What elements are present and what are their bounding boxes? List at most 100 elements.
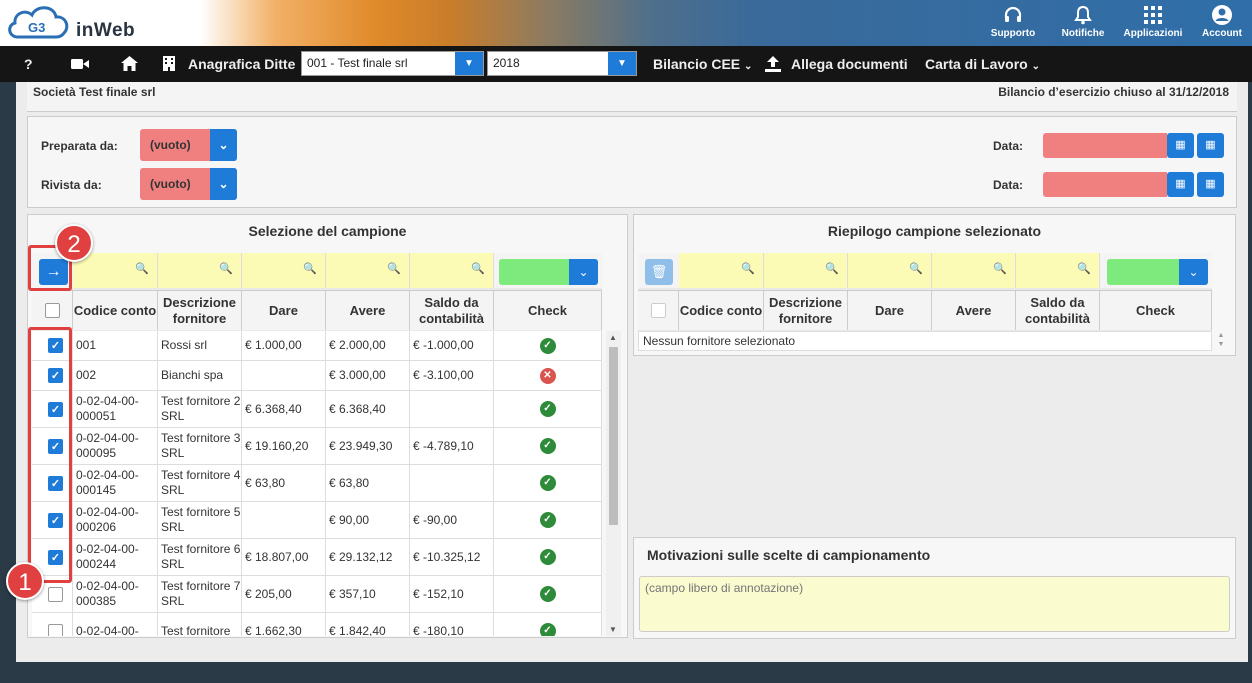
- calendar-today-icon[interactable]: ▦: [1197, 133, 1224, 158]
- col-descrizione[interactable]: Descrizione fornitore: [764, 290, 848, 330]
- col-avere[interactable]: Avere: [932, 290, 1016, 330]
- filter-dare[interactable]: 🔍: [848, 253, 932, 288]
- support-button[interactable]: Supporto: [978, 2, 1048, 44]
- table-row[interactable]: ✓ 001 Rossi srl € 1.000,00 € 2.000,00 € -1.00…: [32, 331, 602, 361]
- check-filter-select[interactable]: ⌄: [499, 259, 598, 285]
- cell-codice-conto: 0-02-04-00-: [73, 613, 158, 636]
- table-row[interactable]: ✓ 0-02-04-00-000206 Test fornitore 5 SRL € …: [32, 502, 602, 539]
- applications-button[interactable]: Applicazioni: [1118, 2, 1188, 44]
- filter-descrizione[interactable]: 🔍: [764, 253, 848, 288]
- cell-codice-conto: 002: [73, 361, 158, 390]
- table-row[interactable]: ✓ 0-02-04-00-000051 Test fornitore 2 SRL € …: [32, 391, 602, 428]
- check-filter-select[interactable]: ⌄: [1107, 259, 1208, 285]
- filter-avere[interactable]: 🔍: [932, 253, 1016, 288]
- table-row[interactable]: ✓ 0-02-04-00-000145 Test fornitore 4 SRL € …: [32, 465, 602, 502]
- table-row[interactable]: 0-02-04-00- Test fornitore € 1.662,30 € 1.8…: [32, 613, 602, 636]
- building-icon: [163, 46, 175, 82]
- col-codice-conto[interactable]: Codice conto: [679, 290, 764, 330]
- search-icon: 🔍: [825, 263, 839, 275]
- cell-codice-conto: 0-02-04-00-000051: [73, 391, 158, 427]
- preparata-select[interactable]: (vuoto) ⌄: [140, 129, 237, 161]
- anagrafica-ditte-link[interactable]: Anagrafica Ditte: [188, 46, 295, 82]
- cell-avere: € 90,00: [326, 502, 410, 538]
- home-icon[interactable]: [121, 46, 138, 82]
- cell-codice-conto: 0-02-04-00-000095: [73, 428, 158, 464]
- cell-saldo: [410, 465, 494, 501]
- cell-descrizione: Test fornitore 5 SRL: [158, 502, 242, 538]
- filter-codice-conto[interactable]: 🔍: [679, 253, 764, 288]
- filter-saldo[interactable]: 🔍: [410, 253, 494, 288]
- allega-documenti-link[interactable]: Allega documenti: [791, 46, 908, 82]
- cell-dare: [242, 361, 326, 390]
- grid-scrollbar[interactable]: ▲ ▼: [606, 331, 621, 636]
- col-saldo[interactable]: Saldo da contabilità: [410, 290, 494, 330]
- col-descrizione[interactable]: Descrizione fornitore: [158, 290, 242, 330]
- filter-codice-conto[interactable]: 🔍: [73, 253, 158, 288]
- search-icon: 🔍: [471, 263, 485, 275]
- search-icon: 🔍: [1077, 263, 1091, 275]
- scroll-down-icon[interactable]: ▼: [609, 625, 617, 634]
- search-icon: 🔍: [303, 263, 317, 275]
- col-dare[interactable]: Dare: [848, 290, 932, 330]
- filter-dare[interactable]: 🔍: [242, 253, 326, 288]
- calendar-icon[interactable]: ▦: [1167, 133, 1194, 158]
- grid-icon: [1118, 2, 1188, 28]
- cell-descrizione: Test fornitore 7 SRL: [158, 576, 242, 612]
- rivista-date-input[interactable]: [1043, 172, 1167, 197]
- motivations-textarea[interactable]: [639, 576, 1230, 632]
- video-icon[interactable]: [71, 46, 89, 82]
- chevron-down-icon: ⌄: [744, 61, 753, 72]
- search-icon: 🔍: [993, 263, 1007, 275]
- table-row[interactable]: ✓ 002 Bianchi spa € 3.000,00 € -3.100,00 ✕: [32, 361, 602, 391]
- table-row[interactable]: ✓ 0-02-04-00-000095 Test fornitore 3 SRL € …: [32, 428, 602, 465]
- closing-date-text: Bilancio d’esercizio chiuso al 31/12/201…: [998, 85, 1229, 99]
- account-button[interactable]: Account: [1187, 2, 1252, 44]
- bell-icon: [1048, 2, 1118, 28]
- cell-saldo: € -10.325,12: [410, 539, 494, 575]
- table-row[interactable]: ✓ 0-02-04-00-000244 Test fornitore 6 SRL € …: [32, 539, 602, 576]
- check-circle-icon: ✓: [539, 438, 556, 454]
- filter-avere[interactable]: 🔍: [326, 253, 410, 288]
- calendar-icon[interactable]: ▦: [1167, 172, 1194, 197]
- col-avere[interactable]: Avere: [326, 290, 410, 330]
- cell-avere: € 29.132,12: [326, 539, 410, 575]
- row-checkbox[interactable]: [48, 586, 63, 602]
- col-check[interactable]: Check: [494, 290, 602, 330]
- calendar-today-icon[interactable]: ▦: [1197, 172, 1224, 197]
- col-saldo[interactable]: Saldo da contabilità: [1016, 290, 1100, 330]
- cell-saldo: € -152,10: [410, 576, 494, 612]
- filter-descrizione[interactable]: 🔍: [158, 253, 242, 288]
- search-icon: 🔍: [741, 263, 755, 275]
- trash-icon[interactable]: 🗑: [645, 259, 673, 285]
- col-codice-conto[interactable]: Codice conto: [73, 290, 158, 330]
- chevron-down-icon: ▼: [455, 52, 483, 75]
- company-select[interactable]: 001 - Test finale srl ▼: [301, 51, 484, 76]
- cell-avere: € 357,10: [326, 576, 410, 612]
- chevron-down-icon: ⌄: [210, 168, 237, 200]
- scroll-up-icon[interactable]: ▲: [609, 333, 617, 342]
- search-icon: 🔍: [909, 263, 923, 275]
- filter-saldo[interactable]: 🔍: [1016, 253, 1100, 288]
- sample-grid-body: ✓ 001 Rossi srl € 1.000,00 € 2.000,00 € -1.00…: [32, 331, 602, 636]
- select-all-checkbox[interactable]: [44, 303, 60, 318]
- preparata-date-input[interactable]: [1043, 133, 1167, 158]
- col-check[interactable]: Check: [1100, 290, 1212, 330]
- help-button[interactable]: ?: [24, 46, 33, 82]
- company-header: Società Test finale srl Bilancio d’eserc…: [27, 82, 1237, 112]
- year-select[interactable]: 2018 ▼: [487, 51, 637, 76]
- callout-badge-2: 2: [55, 224, 93, 262]
- row-checkbox[interactable]: [48, 623, 63, 636]
- cell-dare: € 1.000,00: [242, 331, 326, 360]
- select-all-checkbox[interactable]: [650, 303, 666, 318]
- carta-di-lavoro-menu[interactable]: Carta di Lavoro ⌄: [925, 46, 1040, 82]
- table-row[interactable]: 0-02-04-00-000385 Test fornitore 7 SRL € 2…: [32, 576, 602, 613]
- notifications-button[interactable]: Notifiche: [1048, 2, 1118, 44]
- rivista-select[interactable]: (vuoto) ⌄: [140, 168, 237, 200]
- check-circle-icon: ✓: [539, 623, 556, 636]
- search-icon: 🔍: [135, 263, 149, 275]
- cell-dare: € 19.160,20: [242, 428, 326, 464]
- bilancio-cee-menu[interactable]: Bilancio CEE ⌄: [653, 46, 752, 82]
- main-menubar: ? Anagrafica Ditte 001 - Test finale srl…: [0, 46, 1252, 82]
- summary-scrollbar[interactable]: ▲ ▼: [1214, 331, 1228, 351]
- col-dare[interactable]: Dare: [242, 290, 326, 330]
